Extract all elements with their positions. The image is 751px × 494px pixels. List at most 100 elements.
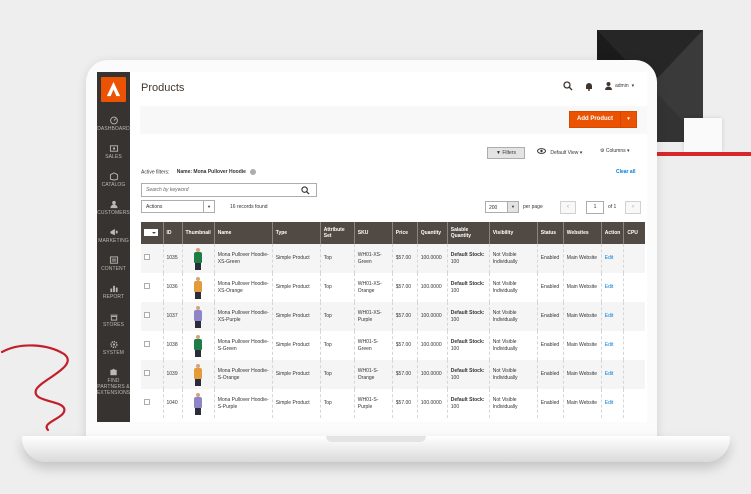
- websites-cell: Main Website: [562, 273, 602, 302]
- user-name: admin: [615, 83, 629, 89]
- thumbnail-cell[interactable]: [181, 273, 215, 302]
- edit-link[interactable]: Edit: [605, 255, 614, 261]
- thumbnail-cell[interactable]: [181, 302, 215, 331]
- per-page-select[interactable]: 200 ▼: [485, 201, 519, 213]
- salable-stock-label: Default Stock:: [450, 281, 485, 287]
- thumbnail-cell[interactable]: [181, 389, 215, 418]
- page-number-input[interactable]: 1: [586, 201, 604, 214]
- columns-dropdown[interactable]: ⚙ Columns ▾: [600, 148, 630, 154]
- remove-filter-icon[interactable]: [250, 169, 257, 175]
- column-header-cpu[interactable]: CPU: [623, 222, 645, 244]
- type-cell: Simple Product: [271, 389, 321, 418]
- row-checkbox[interactable]: [144, 254, 150, 261]
- edit-link[interactable]: Edit: [605, 342, 614, 348]
- sidebar-item-find-partners-extensions[interactable]: FIND PARTNERS & EXTENSIONS: [97, 368, 130, 396]
- column-header-id[interactable]: ID: [162, 222, 182, 244]
- product-thumbnail[interactable]: [190, 305, 206, 328]
- sidebar-item-label: STORES: [102, 322, 125, 328]
- sidebar-item-label: CUSTOMERS: [97, 210, 130, 216]
- sidebar-item-content[interactable]: CONTENT: [97, 256, 130, 272]
- edit-link[interactable]: Edit: [605, 284, 614, 290]
- next-page-button[interactable]: ›: [625, 201, 641, 214]
- cpu-cell: [623, 360, 645, 389]
- edit-link[interactable]: Edit: [605, 313, 614, 319]
- table-row: 1040 Mona Pullover Hoodie-S-Purple Simple …: [141, 389, 645, 418]
- row-checkbox[interactable]: [144, 399, 150, 406]
- search-icon[interactable]: [301, 186, 310, 195]
- sidebar-item-report[interactable]: REPORT: [97, 284, 130, 300]
- status-cell: Enabled: [536, 389, 564, 418]
- sidebar-item-stores[interactable]: STORES: [97, 312, 130, 328]
- column-header-price[interactable]: Price: [391, 222, 418, 244]
- visibility-cell: Not Visible Individually: [488, 360, 538, 389]
- thumbnail-cell[interactable]: [181, 244, 215, 273]
- salable-stock-value: 100: [450, 345, 460, 352]
- user-menu[interactable]: admin ▾: [605, 82, 634, 90]
- sidebar-item-customers[interactable]: CUSTOMERS: [97, 200, 130, 216]
- chevron-down-icon: ▾: [627, 148, 630, 154]
- column-header-status[interactable]: Status: [536, 222, 564, 244]
- column-header-name[interactable]: Name: [213, 222, 273, 244]
- decorative-white-box: [684, 118, 722, 152]
- salable-quantity-cell: Default Stock: 100: [446, 244, 490, 273]
- column-header-type[interactable]: Type: [271, 222, 321, 244]
- column-header-action[interactable]: Action: [600, 222, 624, 244]
- salable-quantity-cell: Default Stock: 100: [446, 273, 490, 302]
- column-header-visibility[interactable]: Visibility: [488, 222, 538, 244]
- thumbnail-cell[interactable]: [181, 331, 215, 360]
- column-header-attribute-set[interactable]: Attribute Set: [319, 222, 355, 244]
- cpu-cell: [623, 389, 645, 418]
- product-thumbnail[interactable]: [190, 363, 206, 386]
- mass-actions-select[interactable]: Actions ▼: [141, 200, 215, 213]
- row-checkbox[interactable]: [144, 341, 150, 348]
- edit-link[interactable]: Edit: [605, 400, 614, 406]
- column-header-salable-quantity[interactable]: Salable Quantity: [446, 222, 490, 244]
- filters-label: Filters: [502, 150, 516, 156]
- select-all-header[interactable]: [141, 222, 163, 244]
- salable-stock-value: 100: [450, 316, 460, 323]
- page-actions-bar: Add Product ▾: [140, 106, 647, 134]
- product-thumbnail[interactable]: [190, 392, 206, 415]
- price-cell: $57.00: [391, 273, 418, 302]
- active-filter-value: Name: Mona Pullover Hoodie: [176, 169, 246, 176]
- default-view-dropdown[interactable]: Default View ▾: [537, 148, 582, 156]
- visibility-cell: Not Visible Individually: [488, 331, 538, 360]
- column-header-websites[interactable]: Websites: [562, 222, 602, 244]
- store-icon: [109, 314, 118, 321]
- price-cell: $57.00: [391, 244, 418, 273]
- row-checkbox[interactable]: [144, 283, 150, 290]
- visibility-cell: Not Visible Individually: [488, 273, 538, 302]
- per-page-label: per page: [523, 204, 543, 210]
- column-header-quantity[interactable]: Quantity: [416, 222, 448, 244]
- magento-logo[interactable]: [101, 77, 126, 102]
- column-header-sku[interactable]: SKU: [353, 222, 393, 244]
- mass-actions-label: Actions: [146, 204, 163, 210]
- add-product-button[interactable]: Add Product ▾: [569, 111, 637, 128]
- notifications-bell-icon[interactable]: [585, 82, 593, 91]
- thumbnail-cell[interactable]: [181, 360, 215, 389]
- clear-all-link[interactable]: Clear all: [616, 169, 635, 175]
- status-cell: Enabled: [536, 244, 564, 273]
- search-icon[interactable]: [563, 81, 573, 91]
- sidebar-item-system[interactable]: SYSTEM: [97, 340, 130, 356]
- websites-cell: Main Website: [562, 389, 602, 418]
- sidebar-item-dashboard[interactable]: DASHBOARD: [97, 116, 130, 132]
- product-thumbnail[interactable]: [190, 276, 206, 299]
- chevron-down-icon: ▼: [203, 201, 214, 212]
- row-checkbox[interactable]: [144, 370, 150, 377]
- sidebar-item-catalog[interactable]: CATALOG: [97, 172, 130, 188]
- add-product-dropdown-icon[interactable]: ▾: [620, 112, 636, 127]
- type-cell: Simple Product: [271, 244, 321, 273]
- mass-select-icon[interactable]: [144, 228, 158, 236]
- sidebar-item-marketing[interactable]: MARKETING: [97, 228, 130, 244]
- product-thumbnail[interactable]: [190, 334, 206, 357]
- previous-page-button[interactable]: ‹: [560, 201, 576, 214]
- filters-button[interactable]: ▼ Filters: [487, 147, 525, 159]
- websites-cell: Main Website: [562, 331, 602, 360]
- row-checkbox[interactable]: [144, 312, 150, 319]
- column-header-thumbnail[interactable]: Thumbnail: [181, 222, 215, 244]
- sidebar-item-sales[interactable]: SALES: [97, 144, 130, 160]
- edit-link[interactable]: Edit: [605, 371, 614, 377]
- product-thumbnail[interactable]: [190, 247, 206, 270]
- keyword-search-input[interactable]: Search by keyword: [141, 183, 317, 197]
